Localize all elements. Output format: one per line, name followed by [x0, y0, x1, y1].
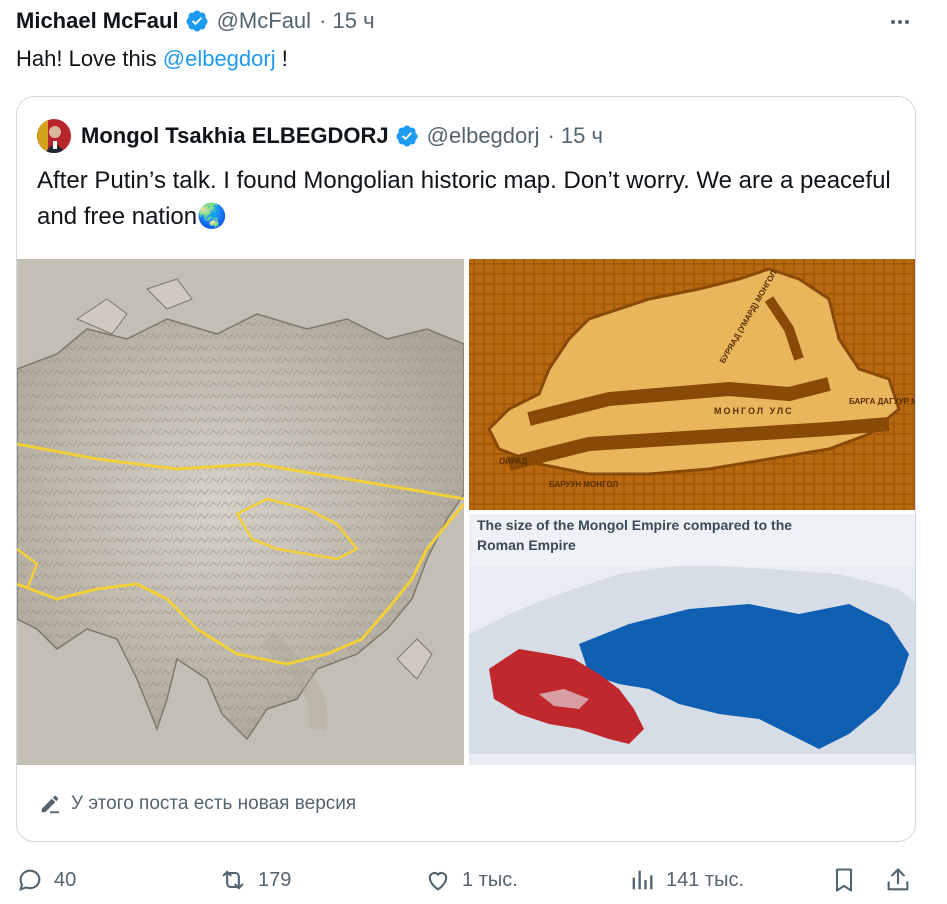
media-image-relief-map[interactable] [17, 259, 464, 765]
map-label-oirad: ОЙРАД [499, 457, 528, 466]
views-button[interactable]: 141 тыс. [628, 862, 744, 898]
repost-icon [222, 870, 244, 890]
author-handle[interactable]: @McFaul [217, 8, 311, 34]
action-bar: 40 179 1 тыс. 141 тыс. [16, 862, 931, 898]
quoted-author-name[interactable]: Mongol Tsakhia ELBEGDORJ [81, 123, 389, 149]
quoted-tweet-time[interactable]: · 15 ч [547, 123, 602, 149]
tweet-text-start: Hah! Love this [16, 46, 163, 71]
bookmark-button[interactable] [830, 862, 868, 898]
author-name[interactable]: Michael McFaul [16, 8, 179, 34]
quoted-tweet-header: Mongol Tsakhia ELBEGDORJ @elbegdorj · 15… [37, 119, 603, 153]
avatar[interactable] [37, 119, 71, 153]
quoted-author-handle[interactable]: @elbegdorj [427, 123, 540, 149]
repost-button[interactable]: 179 [218, 862, 291, 898]
more-options-icon[interactable] [886, 8, 914, 36]
map-label-baruun: БАРУУН МОНГОЛ [549, 480, 619, 489]
share-icon [887, 868, 909, 891]
verified-badge-icon [396, 125, 418, 147]
map-label-barga: БАРГА ДАГУУР МОНГОЛ [849, 397, 916, 406]
quoted-tweet[interactable]: Mongol Tsakhia ELBEGDORJ @elbegdorj · 15… [16, 96, 916, 842]
mention-link[interactable]: @elbegdorj [163, 46, 276, 71]
like-button[interactable]: 1 тыс. [424, 862, 518, 898]
repost-count: 179 [258, 868, 292, 891]
new-version-text: У этого поста есть новая версия [71, 793, 357, 814]
new-version-notice[interactable]: У этого поста есть новая версия [39, 789, 356, 819]
heart-icon [428, 872, 448, 891]
map-label-mongol-uls: МОНГОЛ УЛС [714, 406, 794, 416]
bookmark-icon [835, 868, 853, 892]
reply-count: 40 [54, 868, 77, 891]
tweet-header: Michael McFaul @McFaul · 15 ч [16, 6, 931, 36]
analytics-bar-icon [632, 870, 653, 890]
media-grid: МОНГОЛ УЛС БУРЯАД (УМАРД) МОНГОЛ БАРГА Д… [17, 259, 916, 765]
media-image-historic-map[interactable]: МОНГОЛ УЛС БУРЯАД (УМАРД) МОНГОЛ БАРГА Д… [469, 259, 916, 510]
tweet-text: Hah! Love this @elbegdorj ! [16, 44, 288, 74]
quoted-text-body: After Putin’s talk. I found Mongolian hi… [37, 167, 891, 230]
media-image-empire-comparison[interactable]: The size of the Mongol Empire compared t… [469, 514, 915, 765]
views-count: 141 тыс. [666, 868, 745, 891]
share-button[interactable] [884, 862, 922, 898]
edit-pencil-icon [41, 795, 60, 814]
reply-button[interactable]: 40 [16, 862, 76, 898]
globe-emoji-icon: 🌏 [197, 203, 228, 230]
tweet-time[interactable]: · 15 ч [319, 8, 374, 34]
like-count: 1 тыс. [462, 868, 518, 891]
quoted-tweet-text: After Putin’s talk. I found Mongolian hi… [37, 163, 897, 235]
reply-icon [19, 869, 41, 891]
tweet-text-end: ! [275, 46, 288, 71]
verified-badge-icon [186, 10, 208, 32]
